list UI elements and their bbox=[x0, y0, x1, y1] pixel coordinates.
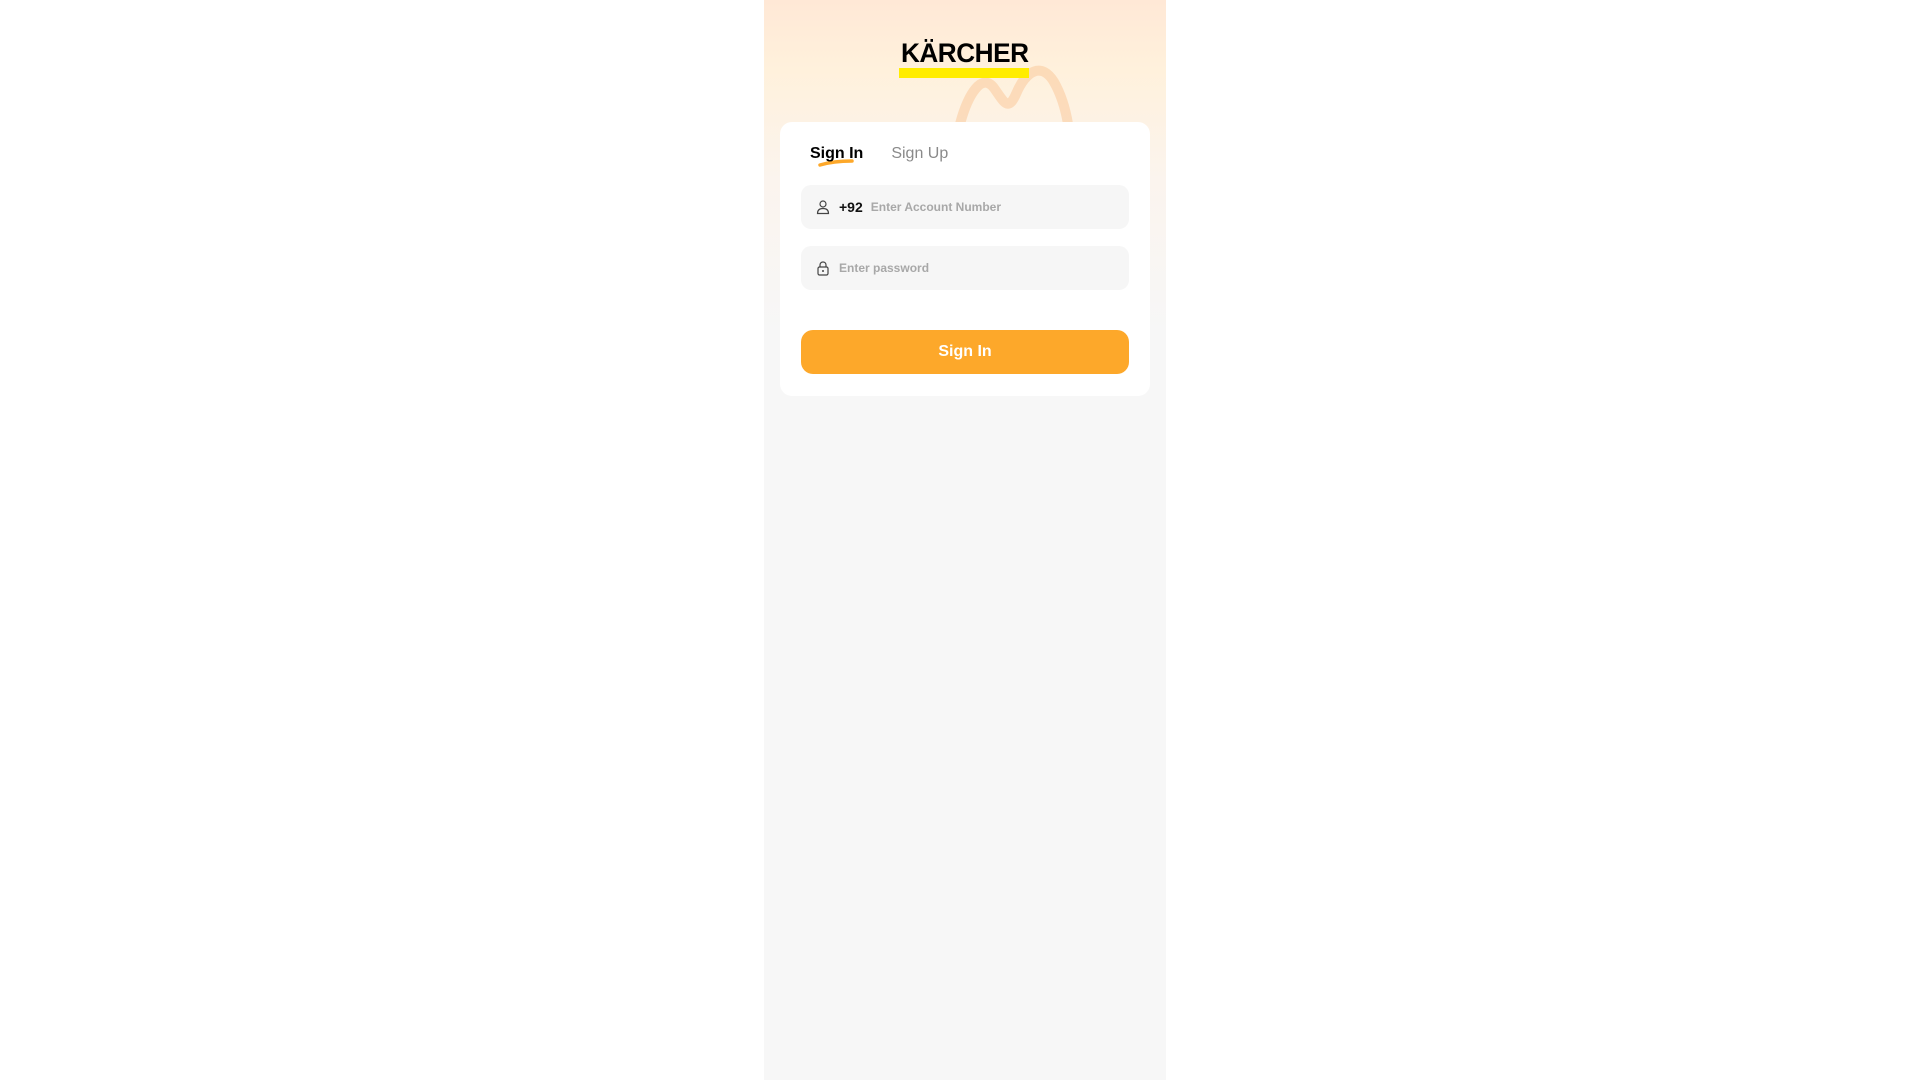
password-input[interactable] bbox=[839, 261, 1079, 275]
tab-sign-in-label: Sign In bbox=[810, 145, 864, 162]
password-field[interactable] bbox=[801, 246, 1129, 290]
auth-tabs: Sign In Sign Up bbox=[810, 142, 948, 172]
user-icon bbox=[815, 199, 831, 215]
login-screen: KÄRCHER Sign In Sign Up +92 Enter Accoun… bbox=[764, 0, 1166, 1080]
account-number-field[interactable]: +92 bbox=[801, 185, 1129, 229]
lock-icon bbox=[815, 260, 831, 276]
logo-yellow-bar bbox=[899, 68, 1029, 78]
tab-sign-up-label: Sign Up bbox=[891, 145, 949, 162]
logo-text: KÄRCHER bbox=[900, 38, 1029, 68]
account-number-input[interactable] bbox=[870, 200, 1111, 214]
auth-card: Sign In Sign Up +92 Enter Account Number… bbox=[780, 122, 1150, 396]
tab-sign-up[interactable]: Sign Up bbox=[891, 142, 948, 172]
karcher-logo: KÄRCHER bbox=[899, 40, 1029, 78]
tab-sign-in[interactable]: Sign In bbox=[810, 142, 863, 172]
phone-prefix: +92 bbox=[839, 199, 863, 215]
sign-in-button[interactable]: Sign In bbox=[801, 330, 1129, 374]
header: KÄRCHER bbox=[764, 0, 1166, 124]
